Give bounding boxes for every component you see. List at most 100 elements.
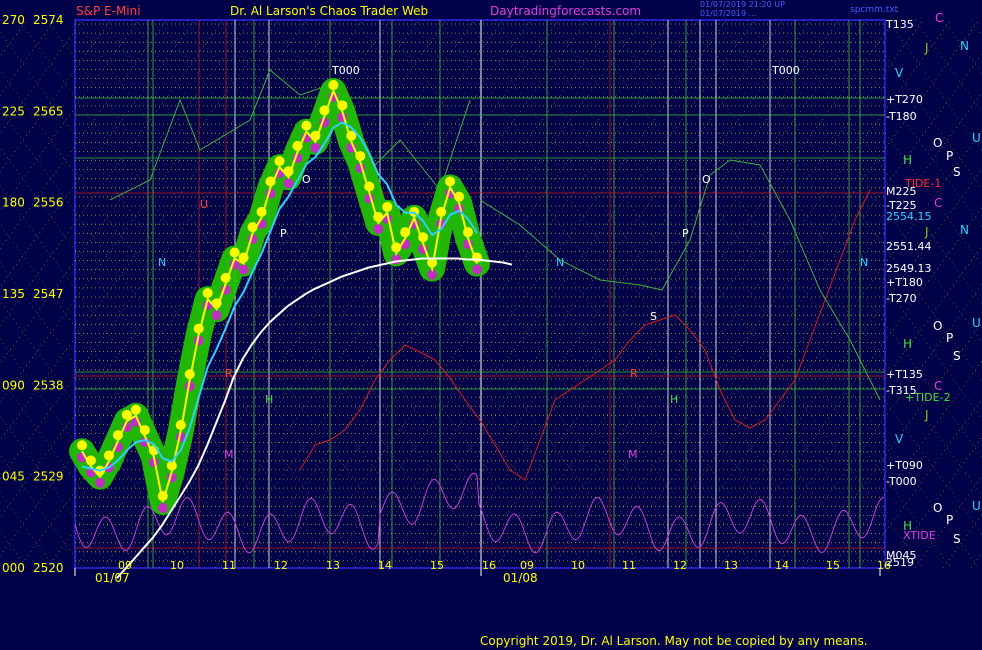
price-low-marker: [373, 223, 384, 234]
y-tick-angle: 270: [2, 13, 25, 27]
planet-glyph: C: [934, 196, 942, 210]
right-scale-label: +T270: [886, 93, 923, 106]
planet-glyph: U: [972, 131, 981, 145]
planet-glyph: H: [903, 519, 912, 533]
price-low-marker: [211, 310, 222, 321]
slant-line: [942, 19, 982, 75]
x-hour-label: 15: [826, 559, 840, 572]
price-high-marker: [445, 176, 456, 187]
right-scale-label: T135: [885, 18, 914, 31]
right-scale-label: M225: [886, 185, 917, 198]
x-hour-label: 10: [170, 559, 184, 572]
y-tick-angle: 180: [2, 196, 25, 210]
slant-line: [970, 552, 982, 569]
planet-glyph: J: [924, 41, 929, 55]
chart-annotation: M: [628, 448, 638, 461]
price-chart: 000 2520 045 2529 090 2538 135 2547 180 2556 225 25…: [0, 11, 982, 585]
right-scale-label: +T090: [886, 459, 923, 472]
y-tick-angle: 090: [2, 378, 25, 392]
planet-glyph: S: [953, 165, 961, 179]
planet-glyph: P: [946, 331, 953, 345]
x-hour-label: 10: [571, 559, 585, 572]
right-scale-label: +T135: [886, 368, 923, 381]
x-hour-label: 15: [430, 559, 444, 572]
planet-glyph: O: [933, 319, 942, 333]
planet-glyph: N: [960, 223, 969, 237]
planet-glyph: H: [903, 153, 912, 167]
planet-glyph: C: [935, 11, 943, 25]
right-scale-label: 2554.15: [886, 210, 932, 223]
price-high-marker: [77, 440, 87, 451]
chart-annotation: R: [225, 367, 233, 380]
planet-glyph: C: [934, 379, 942, 393]
y-tick-angle: 045: [2, 470, 25, 484]
slant-line: [914, 475, 982, 569]
x-hour-label: 12: [274, 559, 288, 572]
chart-annotation: O: [702, 173, 711, 186]
slant-line: [942, 513, 982, 569]
y-tick-angle: 135: [2, 287, 25, 301]
price-high-marker: [382, 201, 393, 212]
price-low-marker: [94, 477, 105, 488]
chart-annotation: N: [556, 256, 564, 269]
x-date-label: 01/07: [95, 571, 130, 585]
chart-annotation: T000: [331, 64, 360, 77]
chart-annotation: O: [302, 173, 311, 186]
price-high-marker: [130, 404, 141, 415]
right-scale-label: -T000: [886, 475, 917, 488]
price-high-marker: [274, 156, 285, 167]
x-hour-label: 11: [622, 559, 636, 572]
chart-annotation: U: [200, 198, 208, 211]
price-high-marker: [301, 120, 312, 131]
x-hour-label: 11: [222, 559, 236, 572]
x-hour-label: 12: [673, 559, 687, 572]
price-high-marker: [229, 247, 240, 258]
planet-glyph: S: [953, 349, 961, 363]
planet-glyph: P: [946, 149, 953, 163]
y-tick-price: 2565: [33, 104, 64, 118]
chart-annotation: R: [630, 367, 638, 380]
price-low-marker: [283, 178, 294, 189]
planet-glyph: S: [953, 532, 961, 546]
chart-annotation: H: [670, 393, 678, 406]
chart-annotation: N: [860, 256, 868, 269]
y-tick-price: 2547: [33, 287, 64, 301]
price-low-marker: [238, 264, 249, 275]
right-scale-label: 2551.44: [886, 240, 932, 253]
planet-glyph: N: [960, 39, 969, 53]
x-hour-label: 09: [520, 559, 534, 572]
chart-annotation: N: [158, 256, 166, 269]
planet-glyph: H: [903, 337, 912, 351]
x-hour-label: 16: [482, 559, 496, 572]
right-scale-label: +T180: [886, 276, 923, 289]
slant-line: [914, 19, 982, 113]
x-date-label: 01/08: [503, 571, 538, 585]
chart-annotation: T000: [771, 64, 800, 77]
chart-annotation: P: [280, 227, 287, 240]
price-high-marker: [202, 288, 213, 299]
x-hour-label: 14: [378, 559, 392, 572]
right-scale-label: -T270: [886, 292, 917, 305]
price-low-marker: [472, 264, 482, 275]
planet-glyph: P: [946, 513, 953, 527]
y-tick-price: 2574: [33, 13, 64, 27]
y-tick-price: 2520: [33, 561, 64, 575]
chart-annotation: P: [682, 227, 689, 240]
planet-glyph: V: [895, 66, 904, 80]
slant-line: [970, 19, 982, 36]
x-hour-label: 13: [724, 559, 738, 572]
y-tick-price: 2556: [33, 196, 64, 210]
y-tick-price: 2529: [33, 470, 64, 484]
right-scale-label: 2519: [886, 556, 914, 569]
planet-glyph: U: [972, 499, 981, 513]
price-low-marker: [157, 503, 168, 514]
planet-glyph: O: [933, 501, 942, 515]
chart-annotation: H: [265, 393, 273, 406]
right-scale-label: -T180: [886, 110, 917, 123]
copyright-notice: Copyright 2019, Dr. Al Larson. May not b…: [480, 634, 868, 648]
x-hour-label: 13: [326, 559, 340, 572]
planet-glyph: J: [924, 225, 929, 239]
chart-window: S&P E-Mini Dr. Al Larson's Chaos Trader …: [0, 0, 982, 650]
right-scale-label: +TIDE-2: [905, 391, 951, 404]
chart-annotation: S: [650, 310, 657, 323]
